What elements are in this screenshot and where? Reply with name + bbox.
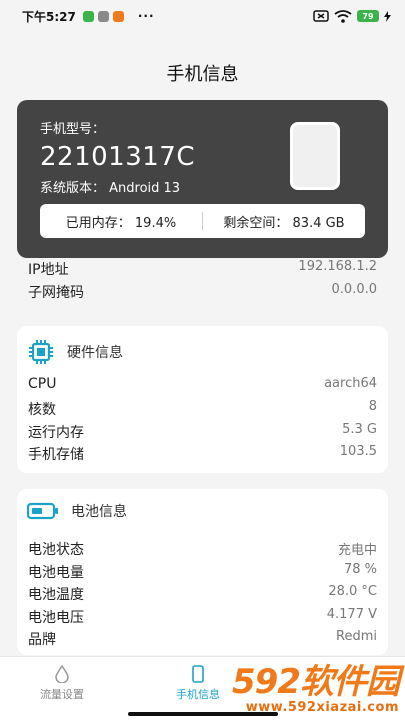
usage-bar: 已用内存： 19.4% 剩余空间： 83.4 GB (40, 204, 365, 238)
info-row-ram: 运行内存 5.3 G (28, 422, 377, 442)
storage-free: 剩余空间： 83.4 GB (223, 215, 345, 231)
row-value: 5.3 G (342, 422, 377, 437)
phone-icon (290, 122, 340, 190)
battery-icon: 79 (357, 10, 379, 22)
info-row-storage: 手机存储 103.5 (28, 444, 377, 464)
row-label: CPU (28, 376, 57, 392)
taobao-notification-icon (112, 10, 124, 22)
info-row-battery-status: 电池状态 充电中 (28, 539, 377, 559)
row-value: aarch64 (324, 376, 377, 391)
page-title: 手机信息 (166, 64, 239, 85)
row-value: 192.168.1.2 (298, 259, 377, 274)
droplet-icon (55, 665, 69, 683)
row-value: Redmi (336, 629, 377, 644)
nav-item-traffic-settings[interactable]: 流量设置 (40, 665, 84, 702)
row-label: 运行内存 (28, 425, 84, 441)
nav-label: 流量设置 (40, 688, 84, 701)
home-indicator[interactable] (128, 712, 278, 716)
nav-item-phone-info[interactable]: 手机信息 (176, 665, 220, 702)
battery-card-icon (27, 502, 58, 520)
row-value: 28.0 °C (328, 584, 377, 599)
row-label: 电池电压 (28, 610, 84, 626)
info-row-ip: IP地址 192.168.1.2 (28, 259, 377, 279)
row-label: IP地址 (28, 262, 69, 278)
phone-icon (192, 665, 204, 683)
chip-icon (29, 340, 53, 364)
row-label: 电池电量 (28, 565, 84, 581)
info-row-subnet: 子网掩码 0.0.0.0 (28, 282, 377, 302)
info-row-cores: 核数 8 (28, 399, 377, 419)
nav-label: 手机信息 (176, 688, 220, 701)
row-label: 核数 (28, 402, 56, 418)
row-label: 电池温度 (28, 587, 84, 603)
row-label: 电池状态 (28, 542, 84, 558)
info-row-brand: 品牌 Redmi (28, 629, 377, 649)
hardware-header: 硬件信息 (27, 338, 123, 366)
row-label: 手机存储 (28, 447, 84, 463)
battery-header: 电池信息 (27, 501, 127, 521)
row-value: 4.177 V (326, 607, 377, 622)
device-info-card: 手机型号： 22101317C 系统版本： Android 13 已用内存： 1… (17, 100, 388, 258)
row-value: 8 (368, 399, 377, 414)
row-value: 充电中 (337, 543, 377, 558)
status-bar: 下午5:27 ··· 79 (0, 0, 405, 32)
memory-used: 已用内存： 19.4% (65, 215, 177, 231)
row-value: 103.5 (339, 444, 377, 459)
more-notifications-icon: ··· (137, 9, 155, 23)
status-time: 下午5:27 (22, 9, 76, 24)
wifi-icon (334, 9, 352, 23)
wechat-notification-icon (82, 10, 94, 22)
charging-bolt-icon (384, 10, 391, 22)
info-row-battery-voltage: 电池电压 4.177 V (28, 607, 377, 627)
battery-title: 电池信息 (71, 504, 127, 520)
sim-disabled-icon (313, 10, 329, 22)
row-value: 78 % (343, 562, 377, 577)
row-value: 0.0.0.0 (331, 282, 377, 297)
info-row-battery-level: 电池电量 78 % (28, 562, 377, 582)
hardware-title: 硬件信息 (67, 345, 123, 361)
info-row-battery-temp: 电池温度 28.0 °C (28, 584, 377, 604)
watermark-brand: 592软件园 (232, 662, 400, 702)
row-label: 子网掩码 (28, 285, 84, 301)
watermark-logo: 592软件园 www.592xiazai.com (232, 662, 400, 715)
row-label: 品牌 (28, 632, 56, 648)
info-row-cpu: CPU aarch64 (28, 376, 377, 392)
app-notification-icon (97, 10, 109, 22)
